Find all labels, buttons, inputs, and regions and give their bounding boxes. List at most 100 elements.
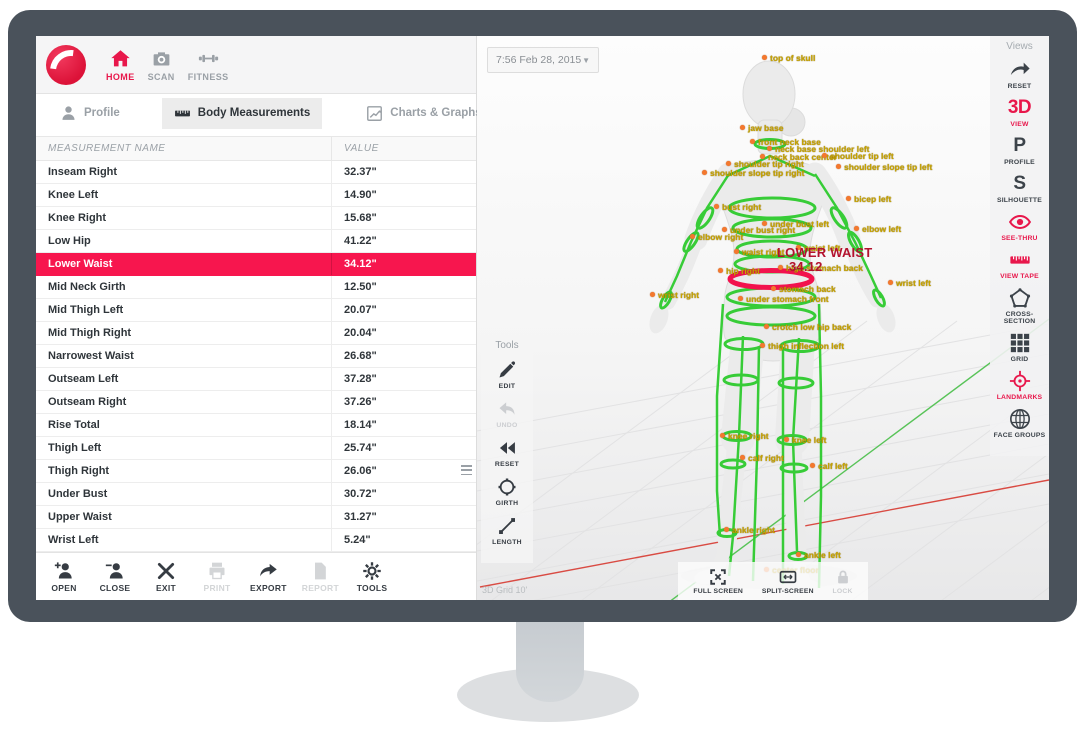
toolbar-button[interactable]: REPORT <box>302 561 339 593</box>
landmark-label: calf right <box>740 449 784 467</box>
landmark-dot <box>740 125 745 130</box>
section-tab[interactable]: Body Measurements <box>162 98 322 129</box>
table-row[interactable]: Under Bust 30.72" <box>36 483 476 506</box>
landmark-label: calf left <box>810 457 848 475</box>
toolbar-button[interactable]: OPEN <box>46 561 82 593</box>
tool-button[interactable]: RESET <box>481 438 533 468</box>
measurements-table: Inseam Right 32.37" Knee Left 14.90" Kne… <box>36 161 476 552</box>
measurement-name: Knee Right <box>36 207 331 229</box>
section-tab[interactable]: Charts & Graphs <box>354 98 493 129</box>
view-option-button[interactable]: FACE GROUPS <box>990 408 1049 439</box>
landmark-label: knee left <box>784 431 827 449</box>
3d-viewer[interactable]: top of skull jaw base front neck base ne… <box>477 36 1049 600</box>
measurement-name: Outseam Left <box>36 368 331 390</box>
table-row[interactable]: Outseam Right 37.26" <box>36 391 476 414</box>
nav-icon <box>151 48 172 69</box>
view-option-button[interactable]: 3D VIEW <box>990 97 1049 128</box>
view-option-button[interactable]: SEE-THRU <box>990 211 1049 242</box>
landmark-dot <box>762 55 767 60</box>
landmark-dot <box>764 324 769 329</box>
measurement-name: Mid Thigh Left <box>36 299 331 321</box>
view-option-button[interactable]: RESET <box>990 59 1049 90</box>
tool-button[interactable]: EDIT <box>481 360 533 390</box>
table-row[interactable]: Upper Waist 31.27" <box>36 506 476 529</box>
table-row[interactable]: Thigh Left 25.74" <box>36 437 476 460</box>
measurement-value: 20.04" <box>331 322 476 344</box>
toolbar-icon <box>207 561 227 581</box>
view-option-icon: P <box>1009 135 1031 157</box>
landmark-dot <box>762 221 767 226</box>
tab-icon <box>60 105 77 122</box>
measurement-value: 32.37" <box>331 161 476 183</box>
landmark-dot <box>702 170 707 175</box>
panel-resize-handle[interactable] <box>460 462 473 478</box>
screen-mode-icon <box>779 568 797 586</box>
table-row[interactable]: Mid Thigh Right 20.04" <box>36 322 476 345</box>
table-row[interactable]: Mid Neck Girth 12.50" <box>36 276 476 299</box>
landmark-dot <box>720 433 725 438</box>
table-row[interactable]: Rise Total 18.14" <box>36 414 476 437</box>
tools-panel-title: Tools <box>481 340 533 351</box>
toolbar-icon <box>362 561 382 581</box>
measurement-value: 41.22" <box>331 230 476 252</box>
nav-item[interactable]: HOME <box>106 48 135 82</box>
table-row[interactable]: Thigh Right 26.06" <box>36 460 476 483</box>
table-row[interactable]: Lower Waist 34.12" <box>36 253 476 276</box>
view-option-button[interactable]: S SILHOUETTE <box>990 173 1049 204</box>
view-option-icon: 3D <box>1009 97 1031 119</box>
toolbar-button[interactable]: PRINT <box>199 561 235 593</box>
view-option-button[interactable]: P PROFILE <box>990 135 1049 166</box>
tool-button[interactable]: LENGTH <box>481 516 533 546</box>
toolbar-button[interactable]: CLOSE <box>97 561 133 593</box>
toolbar-icon <box>258 561 278 581</box>
toolbar-button[interactable]: EXIT <box>148 561 184 593</box>
measurement-value: 18.14" <box>331 414 476 436</box>
nav-item[interactable]: FITNESS <box>188 48 229 82</box>
views-panel: Views RESET 3D VIEW P PROFILE S SILHO <box>990 36 1049 456</box>
landmark-dot <box>650 292 655 297</box>
landmark-dot <box>760 343 765 348</box>
nav-icon <box>110 48 131 69</box>
landmark-dot <box>750 139 755 144</box>
toolbar-button[interactable]: TOOLS <box>354 561 390 593</box>
view-option-button[interactable]: CROSS-SECTION <box>990 287 1049 325</box>
measurement-name: Narrowest Waist <box>36 345 331 367</box>
view-option-button[interactable]: LANDMARKS <box>990 370 1049 401</box>
app-header: HOME SCAN FITNESS <box>36 36 476 94</box>
landmark-label: elbow left <box>854 220 901 238</box>
measurement-value: 37.28" <box>331 368 476 390</box>
tool-button[interactable]: GIRTH <box>481 477 533 507</box>
view-option-icon: S <box>1009 173 1031 195</box>
table-row[interactable]: Narrowest Waist 26.68" <box>36 345 476 368</box>
table-row[interactable]: Knee Right 15.68" <box>36 207 476 230</box>
table-row[interactable]: Inseam Right 32.37" <box>36 161 476 184</box>
monitor-bezel: HOME SCAN FITNESS P <box>8 10 1077 622</box>
landmark-label: wrist left <box>888 274 931 292</box>
tool-button[interactable]: UNDO <box>481 399 533 429</box>
measurement-value: 37.26" <box>331 391 476 413</box>
screen-mode-button[interactable]: FULL SCREEN <box>693 568 743 595</box>
landmark-label: bust right <box>714 198 761 216</box>
section-tab[interactable]: Profile <box>48 98 132 129</box>
nav-item[interactable]: SCAN <box>148 48 175 82</box>
landmark-label: shoulder slope tip left <box>836 158 932 176</box>
landmark-dot <box>846 196 851 201</box>
table-row[interactable]: Mid Thigh Left 20.07" <box>36 299 476 322</box>
toolbar-button[interactable]: EXPORT <box>250 561 287 593</box>
landmark-label: knee right <box>720 427 769 445</box>
landmark-dot <box>738 296 743 301</box>
landmark-dot <box>854 226 859 231</box>
table-row[interactable]: Outseam Left 37.28" <box>36 368 476 391</box>
view-option-button[interactable]: VIEW TAPE <box>990 249 1049 280</box>
table-row[interactable]: Wrist Left 5.24" <box>36 529 476 552</box>
measurement-value: 26.06" <box>331 460 476 482</box>
scan-date-select[interactable]: 7:56 Feb 28, 2015 ▼ <box>487 47 599 73</box>
landmark-dot <box>784 437 789 442</box>
table-row[interactable]: Low Hip 41.22" <box>36 230 476 253</box>
screen-mode-button[interactable]: LOCK <box>833 568 853 595</box>
landmark-label: ankle right <box>724 521 775 539</box>
view-option-button[interactable]: GRID <box>990 332 1049 363</box>
screen-mode-button[interactable]: SPLIT-SCREEN <box>762 568 814 595</box>
table-row[interactable]: Knee Left 14.90" <box>36 184 476 207</box>
toolbar-icon <box>156 561 176 581</box>
